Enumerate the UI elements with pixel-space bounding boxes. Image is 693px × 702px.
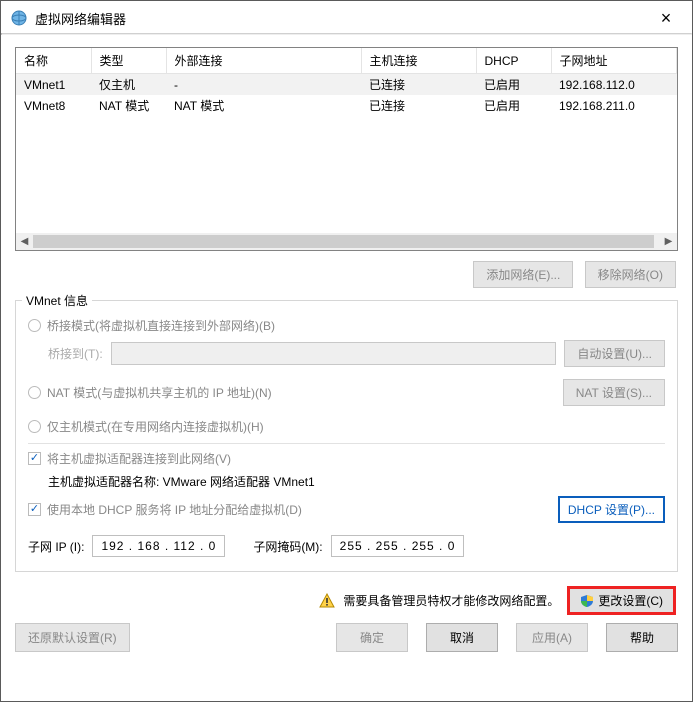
col-name[interactable]: 名称 [16,48,91,74]
col-subnet[interactable]: 子网地址 [551,48,677,74]
nat-radio [28,386,41,399]
hostonly-radio [28,420,41,433]
bridge-to-combo [111,342,557,365]
remove-network-button: 移除网络(O) [585,261,676,288]
adapter-name-label: 主机虚拟适配器名称: VMware 网络适配器 VMnet1 [48,473,665,490]
table-row[interactable]: VMnet1 仅主机 - 已连接 已启用 192.168.112.0 [16,74,677,96]
nat-label: NAT 模式(与虚拟机共享主机的 IP 地址)(N) [47,384,563,401]
use-dhcp-label: 使用本地 DHCP 服务将 IP 地址分配给虚拟机(D) [47,501,558,518]
bridged-radio [28,319,41,332]
network-table[interactable]: 名称 类型 外部连接 主机连接 DHCP 子网地址 VMnet1 仅主机 - 已… [15,47,678,251]
col-dhcp[interactable]: DHCP [476,48,551,74]
horizontal-scrollbar[interactable]: ◀ ▶ [16,233,677,250]
col-host[interactable]: 主机连接 [361,48,476,74]
dhcp-settings-button[interactable]: DHCP 设置(P)... [558,496,665,523]
cancel-button[interactable]: 取消 [426,623,498,652]
help-button[interactable]: 帮助 [606,623,678,652]
close-icon[interactable]: × [650,8,682,29]
shield-icon [580,594,594,608]
subnet-ip-label: 子网 IP (I): [28,538,84,555]
subnet-ip-field[interactable]: 192 . 168 . 112 . 0 [92,535,225,557]
col-type[interactable]: 类型 [91,48,166,74]
scroll-right-icon[interactable]: ▶ [660,233,677,250]
warning-icon [319,593,335,609]
apply-button: 应用(A) [516,623,588,652]
use-dhcp-checkbox [28,503,41,516]
hostonly-label: 仅主机模式(在专用网络内连接虚拟机)(H) [47,418,264,435]
col-ext[interactable]: 外部连接 [166,48,361,74]
auto-settings-button: 自动设置(U)... [564,340,665,367]
ok-button: 确定 [336,623,408,652]
nat-settings-button: NAT 设置(S)... [563,379,665,406]
bridged-label: 桥接模式(将虚拟机直接连接到外部网络)(B) [47,317,275,334]
change-settings-button[interactable]: 更改设置(C) [567,586,676,615]
table-row[interactable]: VMnet8 NAT 模式 NAT 模式 已连接 已启用 192.168.211… [16,95,677,116]
app-icon [11,10,27,26]
window-title: 虚拟网络编辑器 [35,9,650,28]
subnet-mask-field[interactable]: 255 . 255 . 255 . 0 [331,535,465,557]
connect-host-checkbox [28,452,41,465]
subnet-mask-label: 子网掩码(M): [253,538,322,555]
bridge-to-label: 桥接到(T): [48,345,103,362]
add-network-button: 添加网络(E)... [473,261,573,288]
admin-warning-text: 需要具备管理员特权才能修改网络配置。 [343,592,559,609]
restore-defaults-button: 还原默认设置(R) [15,623,130,652]
connect-host-label: 将主机虚拟适配器连接到此网络(V) [47,450,231,467]
vmnet-info-legend: VMnet 信息 [22,292,92,309]
scroll-left-icon[interactable]: ◀ [16,233,33,250]
